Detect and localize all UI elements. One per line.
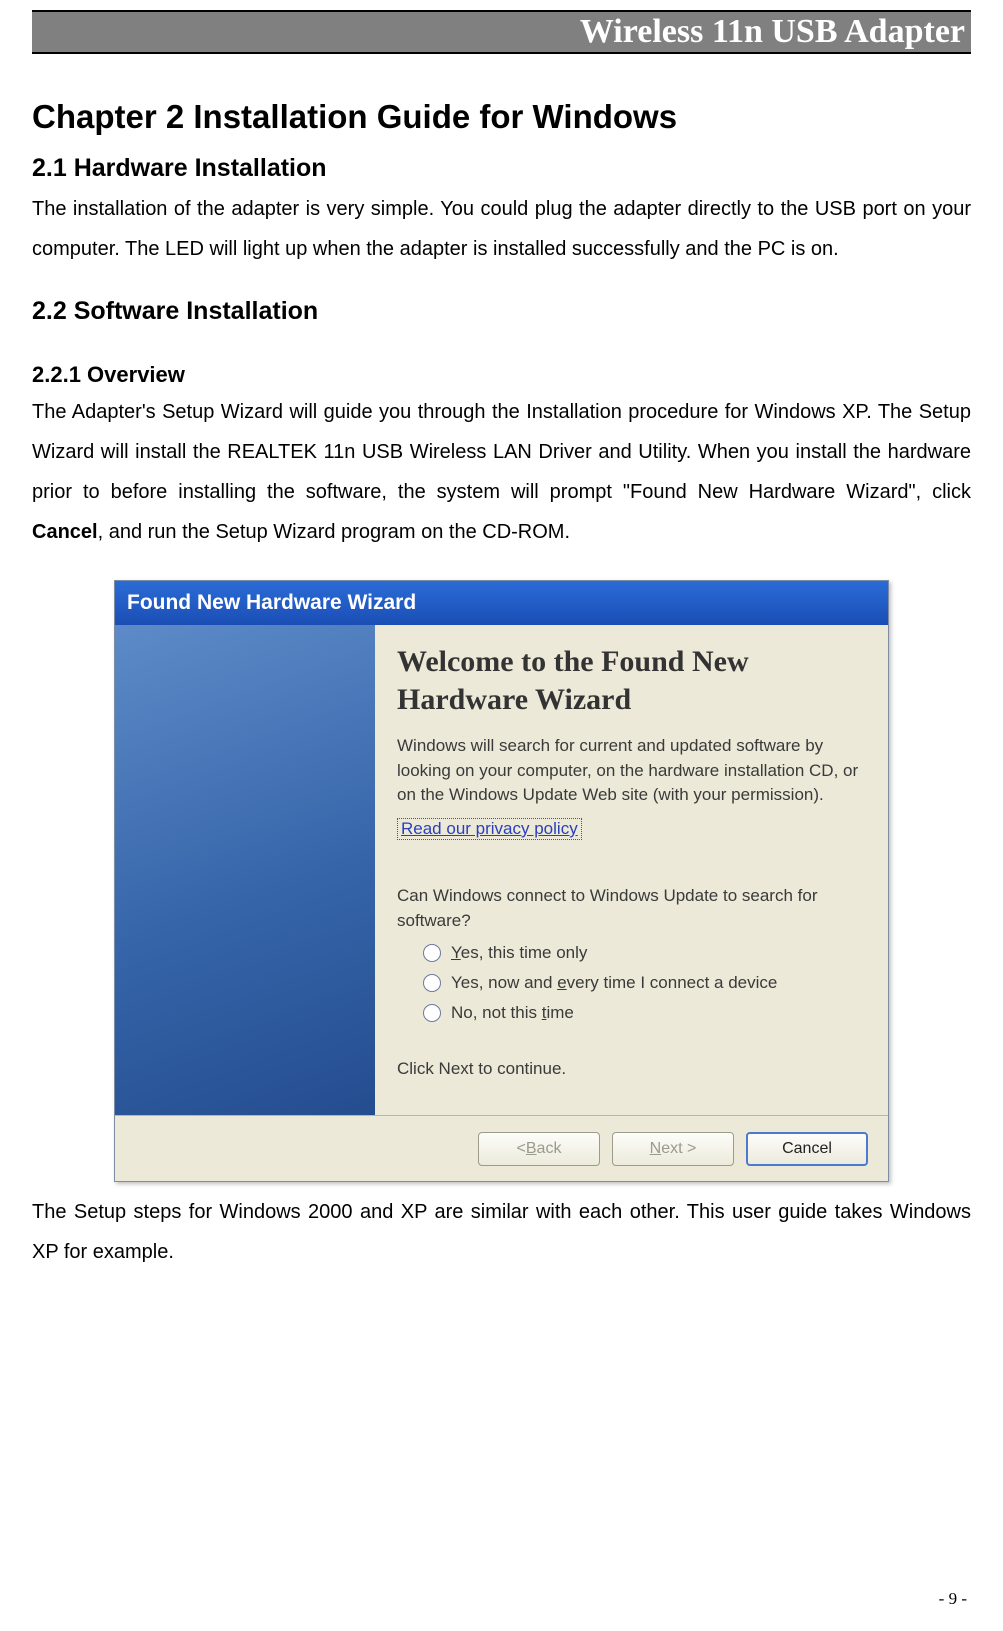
page-number: - 9 - [939,1589,967,1609]
wizard-question: Can Windows connect to Windows Update to… [397,884,862,933]
radio-group: Yes, this time only Yes, now and every t… [423,943,862,1023]
section-2-2-title: 2.2 Software Installation [32,297,971,326]
section-2-1-body: The installation of the adapter is very … [32,189,971,269]
radio-option-yes-once[interactable]: Yes, this time only [423,943,862,963]
header-title: Wireless 11n USB Adapter [580,13,965,51]
radio-label: No, not this time [451,1003,574,1023]
wizard-dialog-figure: Found New Hardware Wizard Welcome to the… [32,580,971,1182]
section-2-2-1-title: 2.2.1 Overview [32,362,971,388]
radio-label: Yes, this time only [451,943,587,963]
chapter-title: Chapter 2 Installation Guide for Windows [32,98,971,136]
cancel-button[interactable]: Cancel [746,1132,868,1166]
found-new-hardware-wizard-dialog: Found New Hardware Wizard Welcome to the… [114,580,889,1182]
after-dialog-text: The Setup steps for Windows 2000 and XP … [32,1192,971,1272]
radio-icon [423,944,441,962]
next-button[interactable]: Next > [612,1132,734,1166]
radio-option-no[interactable]: No, not this time [423,1003,862,1023]
radio-label: Yes, now and every time I connect a devi… [451,973,777,993]
dialog-title: Found New Hardware Wizard [127,591,416,615]
overview-text-bold: Cancel [32,521,98,543]
wizard-right-panel: Welcome to the Found New Hardware Wizard… [375,625,888,1115]
overview-text-post: , and run the Setup Wizard program on th… [98,521,570,543]
radio-option-yes-always[interactable]: Yes, now and every time I connect a devi… [423,973,862,993]
wizard-paragraph-1: Windows will search for current and upda… [397,734,862,808]
dialog-titlebar: Found New Hardware Wizard [115,581,888,625]
document-header: Wireless 11n USB Adapter [32,10,971,54]
privacy-policy-link[interactable]: Read our privacy policy [397,818,582,840]
overview-text-pre: The Adapter's Setup Wizard will guide yo… [32,401,971,503]
back-button[interactable]: < Back [478,1132,600,1166]
section-2-1-title: 2.1 Hardware Installation [32,154,971,183]
section-2-2-1-body: The Adapter's Setup Wizard will guide yo… [32,392,971,552]
wizard-left-graphic [115,625,375,1115]
wizard-continue-text: Click Next to continue. [397,1057,862,1082]
wizard-heading: Welcome to the Found New Hardware Wizard [397,643,862,718]
dialog-button-row: < Back Next > Cancel [115,1115,888,1181]
radio-icon [423,974,441,992]
radio-icon [423,1004,441,1022]
